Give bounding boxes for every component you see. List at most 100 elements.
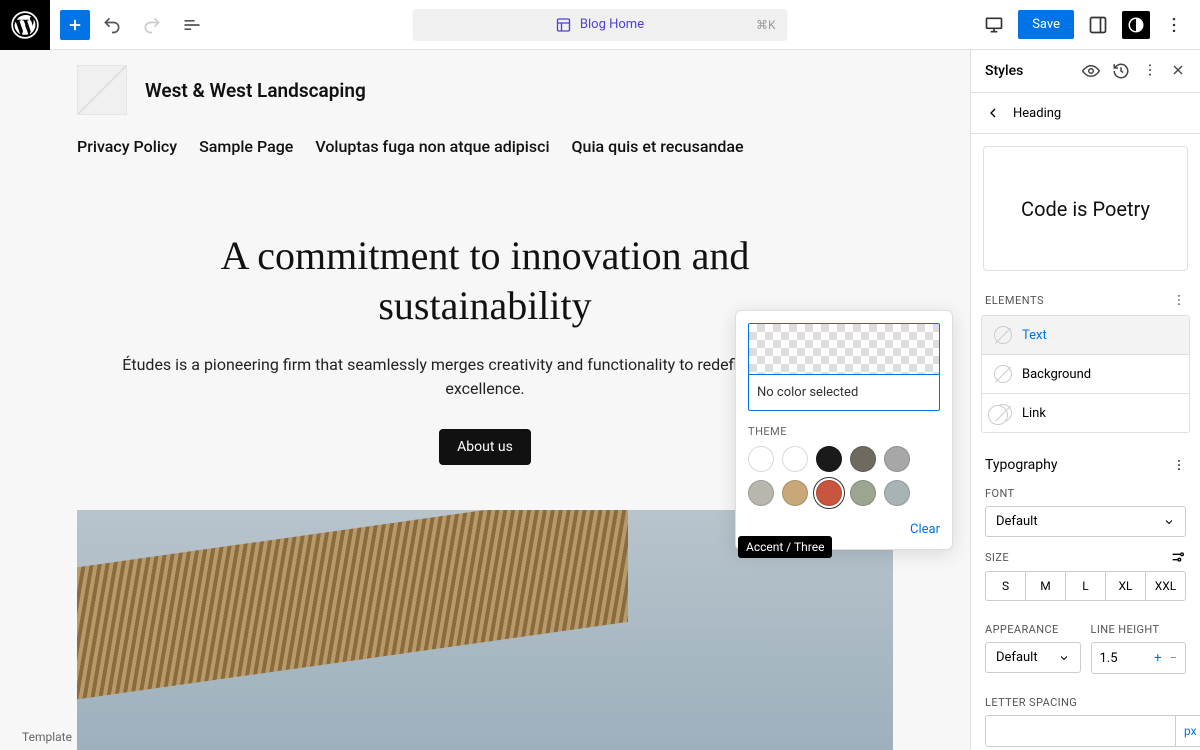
list-icon — [182, 15, 202, 35]
swatch[interactable] — [850, 480, 876, 506]
appearance-value: Default — [996, 650, 1038, 665]
history-icon — [1112, 62, 1130, 80]
elements-more-button[interactable] — [1172, 293, 1186, 307]
add-block-button[interactable] — [60, 10, 90, 40]
lineheight-increment[interactable]: + — [1150, 651, 1165, 666]
swatch[interactable] — [884, 446, 910, 472]
lineheight-field[interactable] — [1096, 651, 1151, 666]
eye-icon — [1082, 62, 1100, 80]
site-title[interactable]: West & West Landscaping — [145, 79, 366, 102]
chevron-down-icon — [1058, 652, 1070, 664]
chevron-down-icon — [1163, 516, 1175, 528]
lineheight-label: LINE HEIGHT — [1091, 623, 1187, 636]
letterspacing-field[interactable] — [986, 716, 1175, 746]
size-l[interactable]: L — [1066, 572, 1106, 600]
site-logo-placeholder[interactable] — [77, 65, 127, 115]
sidebar-header: Styles — [971, 50, 1200, 93]
theme-swatches — [748, 446, 940, 506]
site-header: West & West Landscaping — [0, 65, 970, 115]
nav-item[interactable]: Voluptas fuga non atque adipisci — [315, 137, 549, 156]
typography-label: Typography — [985, 457, 1057, 473]
settings-panel-button[interactable] — [1080, 7, 1116, 43]
clear-link[interactable]: Clear — [910, 522, 940, 537]
elements-list: Text Background Link — [981, 315, 1190, 433]
back-button[interactable] — [985, 105, 1001, 121]
close-sidebar-button[interactable] — [1170, 62, 1186, 80]
size-settings-button[interactable] — [1170, 549, 1186, 565]
styles-button[interactable] — [1122, 11, 1150, 39]
dots-vertical-icon — [1142, 62, 1158, 78]
nav-item[interactable]: Quia quis et recusandae — [572, 137, 744, 156]
main-area: West & West Landscaping Privacy Policy S… — [0, 50, 1200, 750]
elements-section-header: ELEMENTS — [971, 283, 1200, 315]
more-styles-button[interactable] — [1142, 62, 1158, 80]
top-toolbar: Blog Home ⌘K Save — [0, 0, 1200, 50]
swatch[interactable] — [816, 446, 842, 472]
plus-icon — [66, 16, 84, 34]
more-options-button[interactable] — [1156, 7, 1192, 43]
nav-item[interactable]: Privacy Policy — [77, 137, 177, 156]
template-selector[interactable]: Blog Home ⌘K — [413, 9, 788, 41]
style-preview: Code is Poetry — [983, 146, 1188, 271]
undo-button[interactable] — [94, 7, 130, 43]
size-xxl[interactable]: XXL — [1146, 572, 1185, 600]
swatch-selected[interactable] — [816, 480, 842, 506]
nav-item[interactable]: Sample Page — [199, 137, 293, 156]
document-overview-button[interactable] — [174, 7, 210, 43]
view-button[interactable] — [976, 7, 1012, 43]
dots-vertical-icon — [1164, 15, 1184, 35]
empty-swatch-icon — [994, 365, 1012, 383]
breadcrumb-label: Heading — [1013, 106, 1061, 121]
layout-icon — [556, 17, 572, 33]
keyboard-shortcut: ⌘K — [756, 18, 776, 32]
font-label: FONT — [985, 487, 1186, 500]
styles-sidebar: Styles Heading Code is Poetry ELEMENTS T… — [970, 50, 1200, 750]
clear-color: Clear — [748, 518, 940, 537]
sidebar-breadcrumb: Heading — [971, 93, 1200, 134]
style-book-button[interactable] — [1082, 62, 1100, 80]
size-s[interactable]: S — [986, 572, 1026, 600]
lineheight-decrement[interactable]: − — [1166, 651, 1181, 666]
contrast-icon — [1127, 16, 1145, 34]
appearance-select[interactable]: Default — [985, 642, 1081, 673]
swatch[interactable] — [782, 480, 808, 506]
element-label: Text — [1022, 328, 1047, 343]
chevron-left-icon — [985, 105, 1001, 121]
font-value: Default — [996, 514, 1038, 529]
sidebar-icon — [1088, 15, 1108, 35]
letterspacing-unit[interactable]: px — [1175, 716, 1200, 746]
site-navigation: Privacy Policy Sample Page Voluptas fuga… — [0, 115, 970, 156]
font-select[interactable]: Default — [985, 506, 1186, 537]
redo-button — [134, 7, 170, 43]
typography-more-button[interactable] — [1172, 458, 1186, 472]
element-link[interactable]: Link — [982, 393, 1189, 432]
close-icon — [1170, 62, 1186, 78]
wordpress-icon — [11, 11, 39, 39]
empty-swatch-double-icon — [994, 404, 1012, 422]
save-button[interactable]: Save — [1018, 10, 1074, 39]
wordpress-logo[interactable] — [0, 0, 50, 50]
revisions-button[interactable] — [1112, 62, 1130, 80]
element-background[interactable]: Background — [982, 354, 1189, 393]
lineheight-input[interactable]: + − — [1091, 642, 1187, 674]
color-preview[interactable]: No color selected — [748, 323, 940, 411]
swatch[interactable] — [748, 446, 774, 472]
sliders-icon — [1170, 549, 1186, 565]
swatch[interactable] — [884, 480, 910, 506]
size-xl[interactable]: XL — [1106, 572, 1146, 600]
redo-icon — [142, 15, 162, 35]
letterspacing-input[interactable]: px — [985, 715, 1200, 747]
elements-label: ELEMENTS — [985, 294, 1044, 307]
element-text[interactable]: Text — [982, 316, 1189, 354]
empty-swatch-icon — [994, 326, 1012, 344]
swatch[interactable] — [748, 480, 774, 506]
size-buttons: S M L XL XXL — [985, 571, 1186, 601]
footer-template-label: Template — [22, 730, 72, 744]
swatch[interactable] — [850, 446, 876, 472]
hero-button[interactable]: About us — [439, 429, 531, 465]
size-m[interactable]: M — [1026, 572, 1066, 600]
element-label: Link — [1022, 406, 1046, 421]
size-label: SIZE — [985, 551, 1009, 564]
swatch[interactable] — [782, 446, 808, 472]
typography-controls: FONT Default SIZE S M L XL XXL APPEARANC… — [971, 487, 1200, 750]
